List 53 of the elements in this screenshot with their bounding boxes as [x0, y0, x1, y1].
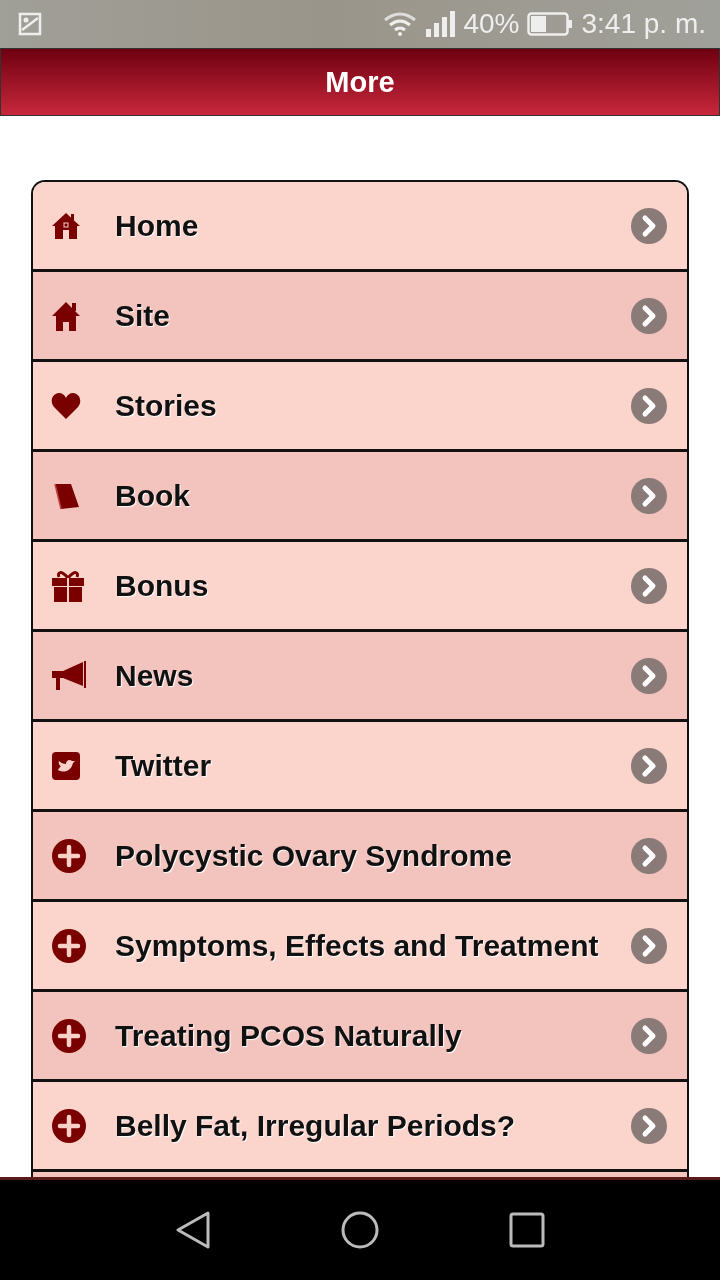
chevron-right-icon: [631, 657, 667, 694]
bird-icon: [51, 750, 81, 781]
chevron-right-icon: [631, 207, 667, 244]
chevron-right-icon: [631, 927, 667, 964]
battery-percent: 40%: [463, 8, 520, 40]
menu-item[interactable]: Home: [33, 182, 687, 272]
chevron-right-icon: [631, 747, 667, 784]
menu-item[interactable]: Book: [33, 452, 687, 542]
menu-label: Symptoms, Effects and Treatment: [115, 928, 600, 963]
battery-icon: [527, 12, 574, 36]
menu-item[interactable]: Belly Fat, Irregular Periods?: [33, 1082, 687, 1172]
menu-label: Book: [115, 478, 191, 513]
chevron-right-icon: [631, 297, 667, 334]
clock: 3:41 p. m.: [581, 8, 706, 40]
house-icon: [51, 299, 81, 332]
wifi-icon: [383, 12, 418, 36]
back-icon[interactable]: [175, 1211, 211, 1249]
menu-label: News: [115, 658, 195, 693]
menu-label: Home: [115, 208, 200, 243]
menu-item[interactable]: Bonus: [33, 542, 687, 632]
chevron-right-icon: [631, 567, 667, 604]
menu-label: Bonus: [115, 568, 210, 603]
page-title: More: [325, 65, 395, 99]
menu-label: Treating PCOS Naturally: [115, 1018, 463, 1053]
menu-label: Twitter: [115, 748, 213, 783]
house-icon: [51, 210, 81, 241]
menu-item[interactable]: Stories: [33, 362, 687, 452]
image-icon: [18, 12, 42, 36]
home-circle-icon[interactable]: [341, 1211, 379, 1249]
chevron-right-icon: [631, 1017, 667, 1054]
menu-label: Stories: [115, 388, 218, 423]
chevron-right-icon: [631, 837, 667, 874]
plus-circle-icon: [51, 1017, 87, 1054]
plus-circle-icon: [51, 837, 87, 874]
chevron-right-icon: [631, 1107, 667, 1144]
menu-item[interactable]: Treating PCOS Naturally: [33, 992, 687, 1082]
menu-label: Belly Fat, Irregular Periods?: [115, 1108, 517, 1143]
menu-label: Site: [115, 298, 172, 333]
plus-circle-icon: [51, 1107, 87, 1144]
menu-item[interactable]: Twitter: [33, 722, 687, 812]
heart-icon: [51, 391, 81, 420]
menu-item[interactable]: Symptoms, Effects and Treatment: [33, 902, 687, 992]
menu-item[interactable]: News: [33, 632, 687, 722]
gift-icon: [51, 568, 85, 603]
menu-item[interactable]: Site: [33, 272, 687, 362]
megaphone-icon: [51, 659, 87, 692]
menu-label: Polycystic Ovary Syndrome: [115, 838, 513, 873]
chevron-right-icon: [631, 387, 667, 424]
signal-icon: [425, 11, 456, 37]
menu-item[interactable]: Polycystic Ovary Syndrome: [33, 812, 687, 902]
chevron-right-icon: [631, 477, 667, 514]
plus-circle-icon: [51, 927, 87, 964]
square-icon[interactable]: [509, 1212, 545, 1248]
